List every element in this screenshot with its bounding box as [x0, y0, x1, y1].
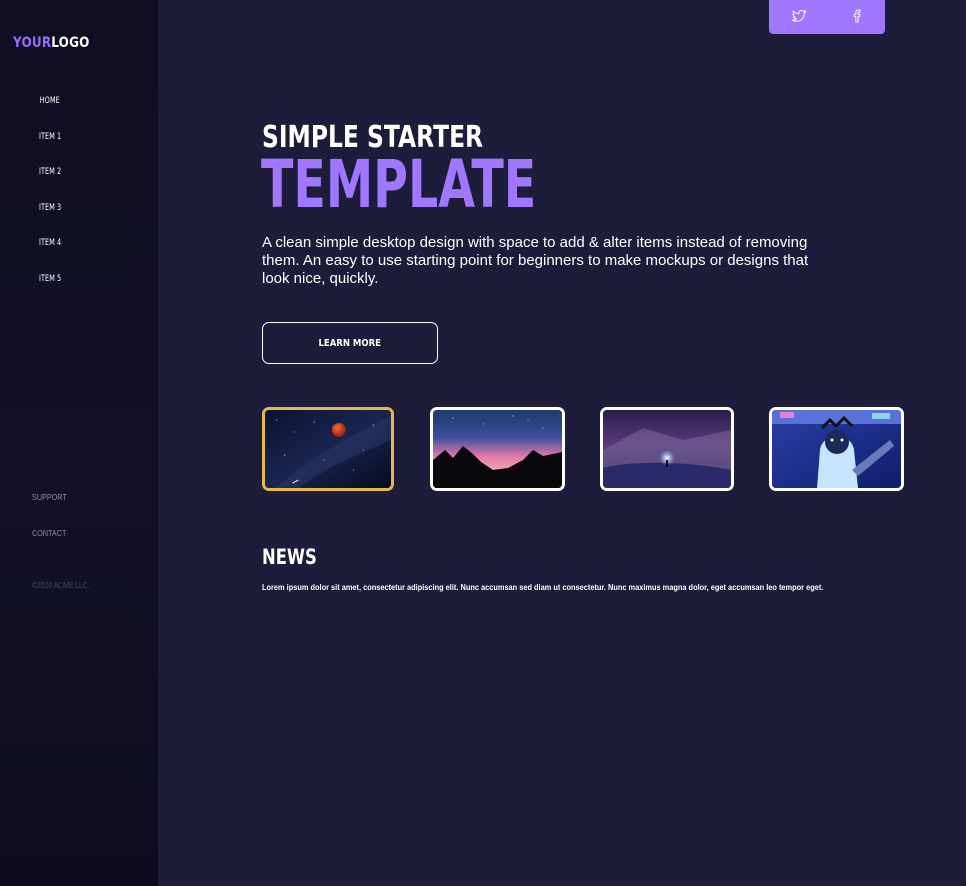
- nav-item-2[interactable]: ITEM 2: [0, 167, 100, 203]
- hero-title: TEMPLATE: [261, 146, 537, 223]
- social-bar: [769, 0, 885, 34]
- hero-description: A clean simple desktop design with space…: [262, 234, 809, 287]
- logo-part-logo: LOGO: [51, 35, 90, 51]
- sidebar-footer-links: SUPPORT CONTACT: [32, 492, 73, 564]
- contact-link-label: CONTACT: [32, 528, 67, 538]
- gallery-thumb-purple-sky[interactable]: [600, 407, 734, 491]
- purple-sky-image: [603, 410, 731, 488]
- support-link[interactable]: SUPPORT: [32, 492, 73, 528]
- logo-part-your: YOUR: [13, 35, 52, 51]
- nav-item-home[interactable]: HOME: [0, 96, 100, 132]
- nav-item-label: ITEM 1: [38, 131, 62, 142]
- gallery-thumb-neon-portrait[interactable]: [769, 407, 904, 491]
- logo[interactable]: YOURLOGO: [13, 35, 90, 51]
- news-body: Lorem ipsum dolor sit amet, consectetur …: [262, 582, 824, 592]
- nav-item-label: HOME: [39, 96, 61, 106]
- sidebar: YOURLOGO HOME ITEM 1 ITEM 2 ITEM 3 ITEM …: [0, 0, 158, 886]
- nav-item-3[interactable]: ITEM 3: [0, 203, 100, 239]
- aurora-hills-image: [433, 410, 562, 488]
- nav-item-label: ITEM 3: [38, 202, 62, 213]
- nav-item-1[interactable]: ITEM 1: [0, 132, 100, 168]
- news-title: NEWS: [262, 545, 317, 569]
- facebook-icon[interactable]: [849, 8, 865, 24]
- copyright-text: ©2020 ACME LLC.: [32, 581, 90, 590]
- nav-item-5[interactable]: ITEM 5: [0, 274, 100, 310]
- sidebar-nav: HOME ITEM 1 ITEM 2 ITEM 3 ITEM 4 ITEM 5: [0, 96, 100, 309]
- gallery-thumb-moon[interactable]: [262, 407, 394, 491]
- nav-item-label: ITEM 2: [38, 167, 62, 177]
- contact-link[interactable]: CONTACT: [32, 528, 73, 564]
- nav-item-label: ITEM 4: [38, 238, 62, 248]
- support-link-label: SUPPORT: [32, 492, 67, 502]
- moon-sky-image: [265, 410, 391, 488]
- nav-item-4[interactable]: ITEM 4: [0, 238, 100, 274]
- gallery-thumb-aurora[interactable]: [430, 407, 565, 491]
- twitter-icon[interactable]: [791, 8, 807, 24]
- copyright: ©2020 ACME LLC.: [32, 581, 100, 590]
- learn-more-label: LEARN MORE: [318, 337, 382, 349]
- nav-item-label: ITEM 5: [38, 273, 62, 284]
- learn-more-button[interactable]: LEARN MORE: [262, 322, 438, 364]
- neon-portrait-image: [772, 410, 901, 488]
